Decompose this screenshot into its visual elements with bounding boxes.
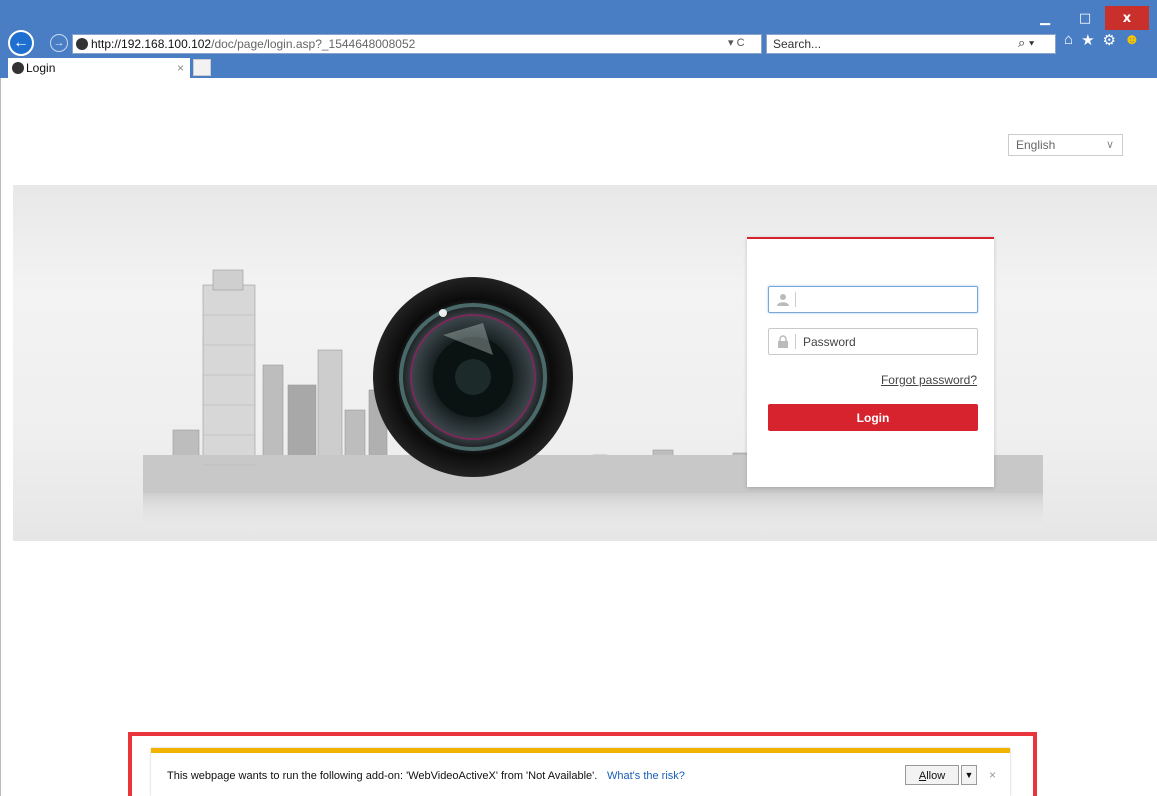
address-path: /doc/page/login.asp?_1544648008052 bbox=[211, 37, 416, 51]
allow-button[interactable]: Allow bbox=[905, 765, 959, 785]
lock-icon bbox=[778, 335, 788, 348]
addon-notification-bar: This webpage wants to run the following … bbox=[151, 748, 1010, 796]
forward-button[interactable]: → bbox=[50, 34, 68, 52]
close-window-button[interactable]: x bbox=[1105, 6, 1149, 30]
minimize-button[interactable]: ▁ bbox=[1025, 6, 1065, 30]
search-icon[interactable]: ⌕ ▾ bbox=[1018, 35, 1034, 51]
address-bar[interactable]: http://192.168.100.102/doc/page/login.as… bbox=[72, 34, 762, 54]
language-select[interactable]: English ∨ bbox=[1008, 134, 1123, 156]
address-host: http://192.168.100.102 bbox=[91, 37, 212, 51]
browser-chrome: ▁ □ x ← → http://192.168.100.102/doc/pag… bbox=[0, 0, 1157, 78]
field-divider bbox=[795, 334, 796, 349]
notification-close-icon[interactable]: × bbox=[989, 768, 996, 782]
back-arrow-icon: ← bbox=[13, 34, 29, 51]
feedback-smiley-icon[interactable]: ☻ bbox=[1124, 31, 1140, 49]
allow-dropdown-button[interactable]: ▼ bbox=[961, 765, 977, 785]
search-box[interactable]: Search... bbox=[766, 34, 1056, 54]
maximize-button[interactable]: □ bbox=[1065, 6, 1105, 30]
field-divider bbox=[795, 292, 796, 307]
settings-gear-icon[interactable]: ⚙ bbox=[1103, 31, 1116, 49]
home-icon[interactable]: ⌂ bbox=[1064, 31, 1073, 49]
login-panel: Forgot password? Login bbox=[747, 237, 994, 487]
login-button[interactable]: Login bbox=[768, 404, 978, 431]
site-globe-icon bbox=[76, 38, 88, 50]
whats-the-risk-link[interactable]: What's the risk? bbox=[607, 770, 685, 782]
username-field[interactable] bbox=[768, 286, 978, 313]
username-input[interactable] bbox=[803, 287, 973, 312]
chevron-down-icon: ∨ bbox=[1105, 139, 1114, 151]
favorites-star-icon[interactable]: ★ bbox=[1081, 31, 1094, 49]
back-button[interactable]: ← bbox=[8, 30, 34, 56]
tab-title: Login bbox=[26, 61, 56, 75]
tab-strip: Login × bbox=[0, 56, 1157, 78]
toolbar-icons: ⌂ ★ ⚙ ☻ bbox=[1064, 31, 1140, 49]
allow-label: llow bbox=[926, 770, 946, 782]
page-content: English ∨ Forgot password? Login This we… bbox=[0, 78, 1157, 796]
tab-login[interactable]: Login × bbox=[8, 58, 190, 78]
language-value: English bbox=[1016, 138, 1056, 152]
new-tab-button[interactable] bbox=[193, 59, 211, 76]
password-input[interactable] bbox=[803, 329, 973, 354]
notification-message: This webpage wants to run the following … bbox=[167, 770, 598, 782]
password-field[interactable] bbox=[768, 328, 978, 355]
tab-close-icon[interactable]: × bbox=[177, 58, 184, 78]
window-controls: ▁ □ x bbox=[1025, 6, 1149, 30]
forgot-password-link[interactable]: Forgot password? bbox=[881, 373, 977, 387]
forward-arrow-icon: → bbox=[53, 37, 65, 49]
user-icon bbox=[777, 294, 789, 306]
tab-globe-icon bbox=[12, 62, 24, 74]
refresh-button[interactable]: ▾ C bbox=[728, 36, 745, 49]
